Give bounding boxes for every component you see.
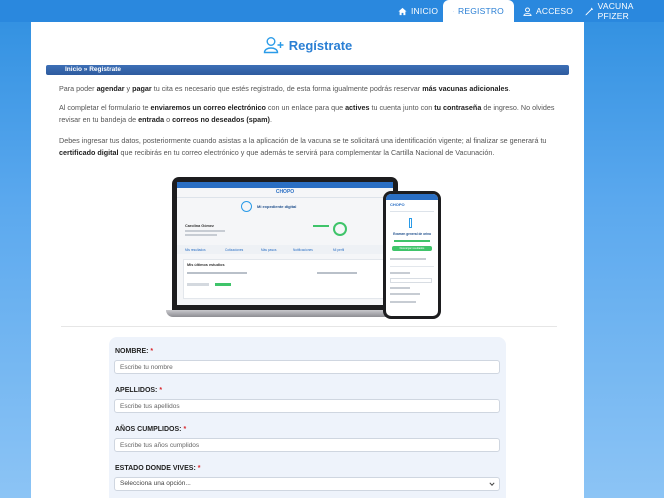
nombre-input[interactable]	[114, 360, 500, 374]
mini-tab: Mis resultados	[185, 248, 206, 252]
chevron-down-icon	[489, 482, 495, 486]
intro-paragraph-3: Debes ingresar tus datos, posteriormente…	[59, 136, 547, 157]
mini-tab: Notificaciones	[293, 248, 313, 252]
content-card: Regístrate Inicio » Registrate Para pode…	[31, 22, 584, 498]
recent-studies-title: Mis últimos estudios	[187, 263, 225, 267]
apellidos-input[interactable]	[114, 399, 500, 413]
syringe-icon	[585, 7, 594, 15]
nav-label: ACCESO	[536, 6, 574, 16]
nav-item-acceso[interactable]: ACCESO	[523, 0, 573, 22]
nombre-label: NOMBRE: *	[115, 348, 154, 355]
nav-label: REGISTRO	[458, 6, 504, 16]
registration-form: NOMBRE: * APELLIDOS: * AÑOS CUMPLIDOS: *…	[109, 337, 506, 498]
intro-paragraph-1: Para poder agendar y pagar tu cita es ne…	[59, 84, 511, 93]
page-title: Regístrate	[31, 36, 584, 54]
brand-logo: CHOPO	[390, 202, 405, 207]
nav-label: INICIO	[411, 6, 439, 16]
id-card-icon	[453, 10, 454, 12]
estado-select-value: Selecciona una opción...	[120, 480, 191, 487]
estado-select[interactable]: Selecciona una opción...	[114, 477, 500, 491]
section-divider	[61, 326, 557, 327]
apellidos-label: APELLIDOS: *	[115, 387, 163, 394]
estado-label: ESTADO DONDE VIVES: *	[115, 465, 201, 472]
mini-tab: Mi perfil	[333, 248, 345, 252]
mini-tab: Más pasos	[261, 248, 277, 252]
phone-heading: Examen general de orina	[393, 232, 431, 236]
nav-item-vacuna-pfizer[interactable]: VACUNA PFIZER	[585, 0, 664, 22]
patient-name: Carolina Gómez	[185, 224, 214, 228]
mini-tab: Cotizaciones	[225, 248, 244, 252]
nav-label: VACUNA PFIZER	[597, 1, 634, 21]
phone-illustration: CHOPO Examen general de orina Descargar …	[383, 191, 441, 319]
breadcrumb-home-link[interactable]: Inicio	[65, 66, 82, 73]
edad-input[interactable]	[114, 438, 500, 452]
breadcrumb: Inicio » Registrate	[46, 65, 569, 75]
intro-paragraph-2: Al completar el formulario te enviaremos…	[59, 103, 555, 124]
laptop-heading: Mi expediente digital	[257, 204, 297, 209]
home-icon	[398, 7, 407, 15]
breadcrumb-separator: »	[83, 66, 88, 73]
nav-item-registro[interactable]: REGISTRO	[443, 0, 514, 22]
user-icon	[523, 6, 532, 16]
edad-label: AÑOS CUMPLIDOS: *	[115, 426, 187, 433]
nav-item-inicio[interactable]: INICIO	[398, 0, 438, 22]
top-navigation: INICIO REGISTRO ACCESO VACUNA PFIZER	[0, 0, 664, 22]
laptop-illustration: CHOPO Mi expediente digital Carolina Góm…	[166, 177, 412, 321]
add-user-icon	[263, 37, 284, 54]
page-title-text: Regístrate	[288, 37, 353, 53]
brand-logo: CHOPO	[275, 189, 295, 195]
phone-download-button: Descargar resultados	[399, 247, 425, 250]
breadcrumb-current: Registrate	[89, 66, 122, 73]
